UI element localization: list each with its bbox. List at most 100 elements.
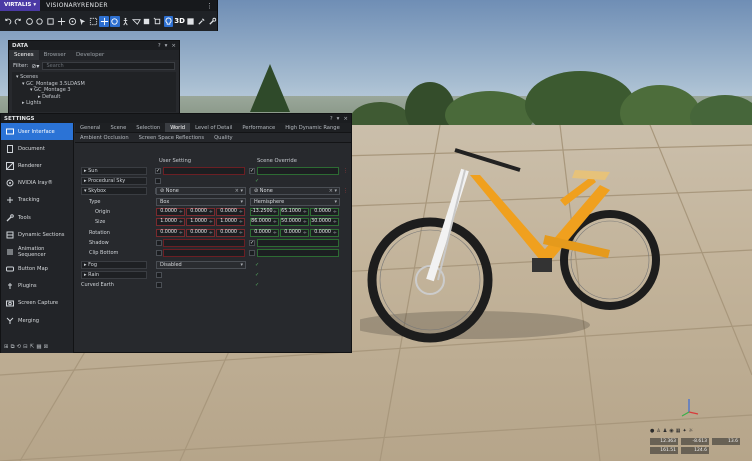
origin-user-y[interactable]: 0.0000 [186, 208, 215, 216]
sun-reset-icon[interactable]: ⋮ [343, 167, 348, 175]
sidebar-item-dynamic-sections[interactable]: Dynamic Sections [1, 226, 73, 243]
sidebar-item-renderer[interactable]: Renderer [1, 157, 73, 174]
procedural-sky-override-icon[interactable]: ✓ [255, 177, 259, 185]
more-menu-icon[interactable]: ⋮ [206, 2, 217, 10]
rotation-user-z[interactable]: 0.0000 [216, 229, 245, 237]
select-box-icon[interactable] [89, 16, 99, 27]
rotation-override-x[interactable]: 0.0000 [250, 229, 279, 237]
rotation-user-y[interactable]: 0.0000 [186, 229, 215, 237]
help-icon[interactable]: ? [330, 116, 333, 122]
size-override-x[interactable]: 86.0000 [250, 218, 279, 226]
origin-user-x[interactable]: 0.0000 [156, 208, 185, 216]
tablet-icon[interactable] [142, 16, 152, 27]
close-icon[interactable]: × [343, 116, 348, 122]
tab-scene[interactable]: Scene [105, 123, 131, 132]
sidebar-item-user-interface[interactable]: User Interface [1, 123, 73, 141]
eye-icon[interactable]: ◉ [669, 428, 673, 436]
procedural-sky-user-checkbox[interactable] [155, 178, 161, 184]
search-input[interactable]: Search [42, 62, 175, 70]
light-icon[interactable] [163, 15, 174, 27]
rain-override-icon[interactable]: ✓ [255, 271, 259, 279]
cube-rotate-icon[interactable] [153, 16, 163, 27]
size-user-x[interactable]: 1.0000 [156, 218, 185, 226]
curved-earth-override-icon[interactable]: ✓ [255, 281, 259, 289]
sun-user-field[interactable] [163, 167, 245, 175]
sidebar-item-merging[interactable]: Merging [1, 312, 73, 329]
fog-label[interactable]: ▸ Fog [81, 261, 147, 269]
sun-label[interactable]: ▸ Sun [81, 167, 147, 175]
fog-select[interactable]: Disabled ▾ [156, 261, 246, 269]
brand-menu-button[interactable]: VIRTALIS ▾ [0, 0, 41, 11]
save-icon[interactable]: ⊟ [23, 344, 28, 351]
tab-performance[interactable]: Performance [237, 123, 280, 132]
clip-bottom-user-checkbox[interactable] [156, 250, 162, 256]
sun-icon[interactable]: ☼ [689, 428, 693, 436]
3d-toggle-button[interactable]: 3D [174, 16, 185, 27]
tab-browser[interactable]: Browser [39, 50, 71, 60]
rotate-icon[interactable] [110, 15, 120, 27]
rotation-override-y[interactable]: 0.0000 [280, 229, 309, 237]
tab-level-of-detail[interactable]: Level of Detail [190, 123, 237, 132]
sidebar-item-tools[interactable]: Tools [1, 209, 73, 226]
move-icon[interactable] [57, 16, 67, 27]
copy-icon[interactable]: ⧉ [11, 344, 15, 351]
new-icon[interactable]: ⊞ [4, 344, 9, 351]
clip-bottom-override-checkbox[interactable] [249, 250, 255, 256]
clip-bottom-user-field[interactable] [163, 249, 245, 257]
tab-scenes[interactable]: Scenes [9, 50, 39, 60]
walk-icon[interactable] [121, 16, 131, 27]
tree-item-lights[interactable]: ▸ Lights [16, 100, 172, 107]
sidebar-item-animation-sequencer[interactable]: Animation Sequencer [1, 243, 73, 260]
export-icon[interactable]: ⇱ [30, 344, 35, 351]
wrench-icon[interactable] [207, 16, 217, 27]
sun-override-field[interactable] [257, 167, 339, 175]
curved-earth-user-checkbox[interactable] [156, 282, 162, 288]
filter-options-icon[interactable]: ⊘▾ [31, 63, 39, 70]
person-icon[interactable]: ♙ [656, 428, 660, 436]
type-user-select[interactable]: Box ▾ [156, 198, 246, 206]
tab-hdr[interactable]: High Dynamic Range [280, 123, 345, 132]
reload-icon[interactable] [24, 16, 34, 27]
skybox-override-select[interactable]: ⊘ None × ▾ [250, 187, 340, 195]
walk-icon[interactable]: ♟ [663, 428, 667, 436]
rain-label[interactable]: ▸ Rain [81, 271, 147, 279]
grid-icon[interactable]: ▦ [676, 428, 681, 436]
redo-icon[interactable] [14, 16, 24, 27]
origin-override-x[interactable]: -13.2500 [250, 208, 279, 216]
shadow-override-field[interactable] [257, 239, 339, 247]
tab-ambient-occlusion[interactable]: Ambient Occlusion [75, 133, 134, 142]
sidebar-item-plugins[interactable]: Plugins [1, 278, 73, 295]
rotation-override-z[interactable]: 0.0000 [310, 229, 339, 237]
sidebar-item-button-map[interactable]: Button Map [1, 261, 73, 278]
tab-developer[interactable]: Developer [71, 50, 109, 60]
close-icon[interactable]: × [171, 43, 176, 49]
type-override-select[interactable]: Hemisphere ▾ [250, 198, 340, 206]
rotation-user-x[interactable]: 0.0000 [156, 229, 185, 237]
sidebar-item-screen-capture[interactable]: Screen Capture [1, 295, 73, 312]
tab-ssr[interactable]: Screen Space Reflections [134, 133, 209, 142]
origin-override-z[interactable]: 0.0000 [310, 208, 339, 216]
tab-general[interactable]: General [75, 123, 105, 132]
size-override-z[interactable]: 30.0000 [310, 218, 339, 226]
tab-quality[interactable]: Quality [209, 133, 238, 142]
size-user-y[interactable]: 1.0000 [186, 218, 215, 226]
sidebar-item-iray[interactable]: NVIDIA Iray® [1, 175, 73, 192]
sun-user-checkbox[interactable]: ✓ [155, 168, 161, 174]
grid-icon[interactable]: ▦ [36, 344, 41, 351]
origin-user-z[interactable]: 0.0000 [216, 208, 245, 216]
procedural-sky-label[interactable]: ▸ Procedural Sky [81, 177, 147, 185]
open-icon[interactable]: ⟲ [17, 344, 22, 351]
sun-override-checkbox[interactable]: ✓ [249, 168, 255, 174]
skybox-label[interactable]: ▾ Skybox [81, 187, 147, 195]
light-icon[interactable]: ✦ [682, 428, 686, 436]
fullscreen-icon[interactable] [186, 16, 196, 27]
data-panel-titlebar[interactable]: DATA ? ▾ × [9, 41, 179, 50]
scale-icon[interactable] [67, 16, 77, 27]
origin-override-y[interactable]: 65.1000 [280, 208, 309, 216]
undo-icon[interactable] [3, 16, 13, 27]
skybox-user-select[interactable]: ⊘ None × ▾ [156, 187, 246, 195]
select-icon[interactable] [78, 16, 88, 27]
size-override-y[interactable]: 50.0000 [280, 218, 309, 226]
collapse-icon[interactable]: ▾ [165, 43, 168, 49]
fog-override-icon[interactable]: ✓ [255, 261, 259, 269]
